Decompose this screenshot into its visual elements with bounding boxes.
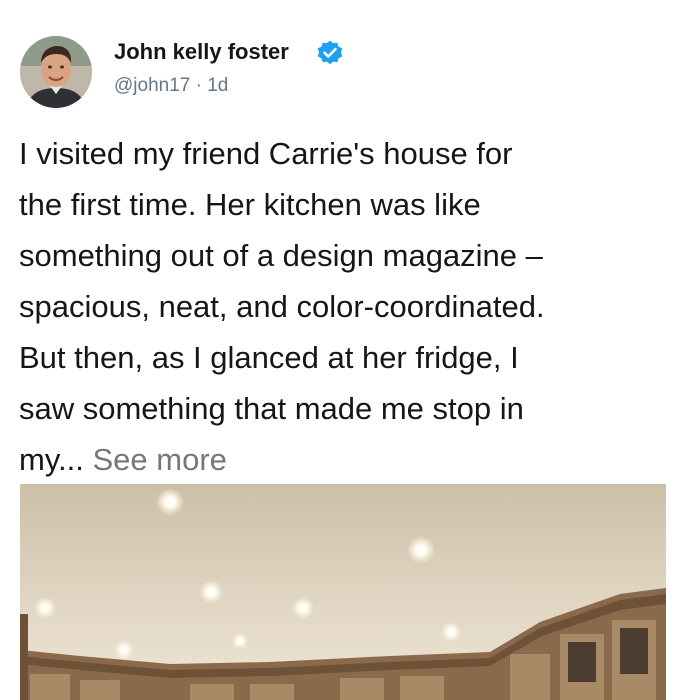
display-name[interactable]: John kelly foster [114, 38, 289, 66]
tweet-line-ending: my... [19, 442, 84, 477]
timestamp[interactable]: 1d [207, 75, 228, 96]
tweet-line: I visited my friend Carrie's house for [19, 136, 513, 171]
tweet-line-last: my... See more [19, 434, 689, 485]
verified-badge-icon [316, 39, 344, 67]
handle[interactable]: @john17 [114, 75, 190, 96]
tweet-line: something out of a design magazine – [19, 238, 543, 273]
handle-row: @john17 · 1d [114, 74, 228, 98]
tweet-header: John kelly foster @john17 · 1d [0, 0, 700, 120]
avatar[interactable] [20, 36, 92, 108]
tweet-line: the first time. Her kitchen was like [19, 187, 481, 222]
tweet-media-image[interactable] [20, 484, 666, 700]
tweet-line: But then, as I glanced at her fridge, I [19, 340, 519, 375]
see-more-link[interactable]: See more [93, 442, 227, 477]
separator: · [190, 75, 208, 96]
kitchen-photo-icon [20, 484, 666, 700]
profile-photo-icon [20, 36, 92, 108]
tweet-line: spacious, neat, and color-coordinated. [19, 289, 545, 324]
tweet-line: saw something that made me stop in [19, 391, 524, 426]
tweet-text: I visited my friend Carrie's house for t… [19, 128, 689, 485]
